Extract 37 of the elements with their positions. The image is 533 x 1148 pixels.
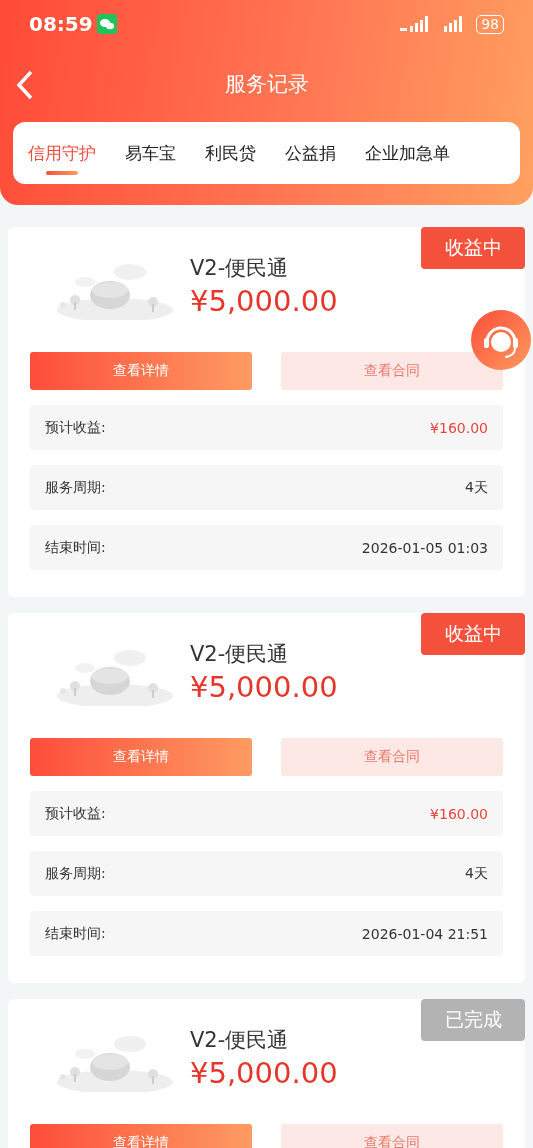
product-name: V2-便民通 — [190, 1026, 290, 1054]
status-badge: 已完成 — [421, 999, 525, 1041]
status-badge: 收益中 — [421, 227, 525, 269]
chat-app-icon — [96, 14, 117, 34]
details-button[interactable]: 查看详情 — [30, 738, 252, 776]
info-label: 结束时间: — [45, 924, 106, 943]
info-value: 2026-01-05 01:03 — [361, 539, 488, 556]
contract-button[interactable]: 查看合同 — [281, 352, 503, 390]
info-label: 服务周期: — [45, 478, 106, 497]
customer-service-icon[interactable] — [471, 310, 531, 370]
back-icon[interactable] — [15, 70, 35, 100]
info-label: 结束时间: — [45, 538, 106, 557]
details-button[interactable]: 查看详情 — [30, 1124, 252, 1148]
info-value: 4天 — [465, 864, 488, 883]
product-name: V2-便民通 — [190, 254, 290, 282]
tab[interactable]: 利民贷 — [205, 122, 256, 184]
contract-button[interactable]: 查看合同 — [281, 738, 503, 776]
status-badge: 收益中 — [421, 613, 525, 655]
info-label: 预计收益: — [45, 418, 106, 437]
amount: ¥5,000.00 — [190, 1055, 338, 1090]
info-value: ¥160.00 — [430, 805, 488, 822]
tab[interactable]: 企业加急单 — [365, 122, 450, 184]
tab[interactable]: 易车宝 — [125, 122, 176, 184]
tab[interactable]: 公益捐 — [285, 122, 336, 184]
info-value: 2026-01-04 21:51 — [361, 925, 488, 942]
status-time: 08:59 — [29, 12, 93, 36]
page-title: 服务记录 — [224, 71, 309, 98]
battery-level: 98 — [476, 14, 504, 34]
info-value: 4天 — [465, 478, 488, 497]
tab[interactable]: 信用守护 — [28, 122, 96, 184]
info-label: 服务周期: — [45, 864, 106, 883]
info-value: ¥160.00 — [430, 419, 488, 436]
details-button[interactable]: 查看详情 — [30, 352, 252, 390]
info-label: 预计收益: — [45, 804, 106, 823]
amount: ¥5,000.00 — [190, 669, 338, 704]
product-name: V2-便民通 — [190, 640, 290, 668]
amount: ¥5,000.00 — [190, 283, 338, 318]
